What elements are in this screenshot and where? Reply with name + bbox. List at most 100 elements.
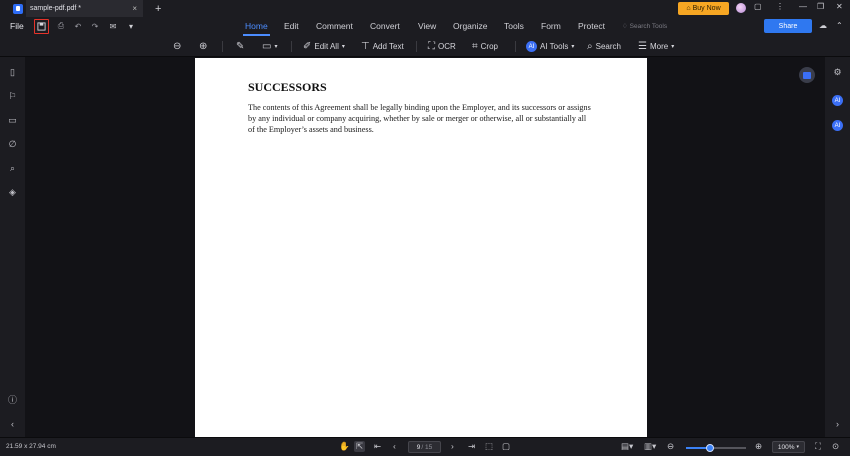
avatar[interactable] [736, 3, 746, 13]
layers-icon[interactable]: ◈ [6, 187, 19, 198]
cloud-upload-icon[interactable]: ☁ [819, 21, 827, 30]
new-tab-icon[interactable]: + [155, 3, 161, 15]
ai-assistant-float-button[interactable] [799, 67, 815, 83]
divider [515, 41, 516, 52]
fit-page-icon[interactable]: ⬚ [485, 441, 493, 452]
tab-protect[interactable]: Protect [578, 21, 605, 31]
print-icon[interactable]: ⎙ [55, 20, 67, 32]
text-box-icon: ⊤ [361, 41, 370, 52]
chat-icon[interactable]: ▢ [754, 2, 762, 11]
kebab-menu-icon[interactable]: ⋮ [776, 2, 784, 11]
ai-tools-button[interactable]: AI AI Tools ▾ [526, 39, 574, 54]
close-icon[interactable]: ✕ [836, 2, 843, 11]
settings-icon[interactable]: ⊙ [832, 441, 839, 452]
zoom-slider-handle[interactable] [706, 444, 714, 452]
page-thumbnail-icon[interactable]: ▯ [6, 67, 19, 78]
zoom-out-icon[interactable]: ⊖ [667, 441, 674, 452]
add-text-button[interactable]: ⊤ Add Text [361, 39, 404, 54]
chevron-down-icon: ▾ [671, 44, 675, 50]
ai-sidebar-icon[interactable]: AI [832, 95, 843, 106]
search-button[interactable]: ⌕ Search [587, 39, 621, 54]
close-tab-icon[interactable]: × [132, 4, 137, 13]
mail-icon[interactable]: ✉ [107, 20, 119, 32]
share-button[interactable]: Share [764, 19, 812, 33]
chevron-right-icon[interactable]: › [831, 419, 844, 429]
minimize-icon[interactable]: — [799, 2, 807, 11]
undo-icon[interactable]: ↶ [72, 20, 84, 32]
scan-icon: ⛶ [428, 41, 435, 52]
ai-translate-icon[interactable]: AI [832, 120, 843, 131]
tab-organize[interactable]: Organize [453, 21, 488, 31]
zoom-in-icon[interactable]: ⊕ [755, 441, 762, 452]
help-icon[interactable]: ⓘ [6, 393, 19, 406]
search-icon[interactable]: ⌕ [6, 163, 19, 174]
floppy-disk-icon [37, 22, 46, 31]
tab-edit[interactable]: Edit [284, 21, 299, 31]
zoom-level-select[interactable]: 100% ▾ [772, 441, 805, 453]
attachment-icon[interactable]: ∅ [6, 139, 19, 150]
page-dimensions: 21.59 x 27.94 cm [6, 443, 56, 450]
fullscreen-icon[interactable]: ⛶ [815, 441, 821, 452]
search-tools-field[interactable]: ♢ Search Tools [622, 22, 667, 30]
tab-view[interactable]: View [418, 21, 436, 31]
zoom-level-value: 100% [777, 443, 795, 451]
screenshot-icon[interactable]: ▢ [502, 441, 510, 452]
maximize-icon[interactable]: ❐ [817, 2, 824, 11]
file-menu[interactable]: File [10, 21, 24, 31]
next-page-icon[interactable]: › [451, 441, 454, 451]
hand-tool-icon[interactable]: ✋ [339, 441, 350, 452]
buy-now-button[interactable]: ⌂ Buy Now [678, 2, 729, 15]
page-heading: SUCCESSORS [248, 80, 327, 94]
tab-tools[interactable]: Tools [504, 21, 524, 31]
save-icon[interactable] [34, 19, 49, 34]
search-icon: ⌕ [587, 41, 593, 52]
more-button[interactable]: ☰ More ▾ [638, 39, 674, 54]
redo-icon[interactable]: ↷ [89, 20, 101, 32]
pdf-editor-window: sample-pdf.pdf * × + ⌂ Buy Now ▢ ⋮ — ❐ ✕… [0, 0, 850, 456]
bookmark-icon[interactable]: ⚐ [6, 91, 19, 102]
ai-tools-label: AI Tools [540, 42, 569, 51]
edit-all-button[interactable]: ✐ Edit All ▾ [303, 39, 345, 54]
previous-page-icon[interactable]: ‹ [393, 441, 396, 451]
pencil-icon: ✐ [303, 41, 312, 52]
status-bar: 21.59 x 27.94 cm ✋ ⇱ ⇤ ‹ 9 / 15 › ⇥ ⬚ ▢ … [0, 437, 850, 456]
pdf-page[interactable]: SUCCESSORS The contents of this Agreemen… [195, 58, 647, 437]
page-paragraph: The contents of this Agreement shall be … [248, 103, 591, 134]
add-text-label: Add Text [372, 42, 404, 51]
document-tab-title: sample-pdf.pdf * [30, 5, 81, 12]
chevron-down-icon: ▾ [341, 44, 345, 50]
highlight-button[interactable]: ✎ [236, 39, 244, 54]
properties-icon[interactable]: ⚙ [831, 67, 844, 78]
crop-button[interactable]: ⌗ Crop [472, 39, 498, 54]
current-page: 9 [416, 443, 421, 451]
tab-convert[interactable]: Convert [370, 21, 400, 31]
zoom-slider[interactable] [686, 444, 746, 452]
dropdown-icon[interactable]: ▾ [125, 20, 137, 32]
buy-now-label: Buy Now [692, 5, 721, 12]
page-number-field[interactable]: 9 / 15 [408, 441, 441, 453]
ocr-button[interactable]: ⛶ OCR [428, 39, 456, 54]
edit-all-label: Edit All [314, 42, 339, 51]
first-page-icon[interactable]: ⇤ [374, 441, 381, 452]
tab-form[interactable]: Form [541, 21, 561, 31]
last-page-icon[interactable]: ⇥ [468, 441, 475, 452]
select-tool-icon[interactable]: ⇱ [354, 441, 366, 452]
cart-icon: ⌂ [686, 5, 691, 12]
chevron-left-icon[interactable]: ‹ [6, 419, 19, 429]
rectangle-icon: ▭ [262, 41, 272, 52]
shape-button[interactable]: ▭ ▾ [262, 39, 277, 54]
search-tools-placeholder: Search Tools [629, 23, 668, 30]
page-layout-icon[interactable]: ▤▾ [621, 441, 633, 452]
left-sidebar: ▯ ⚐ ▭ ∅ ⌕ ◈ ⓘ ‹ [0, 57, 25, 437]
collapse-ribbon-icon[interactable]: ⌃ [836, 21, 843, 30]
document-tab[interactable]: sample-pdf.pdf * × [26, 0, 143, 17]
zoom-in-button[interactable]: ⊕ [199, 39, 207, 54]
tab-home[interactable]: Home [243, 21, 270, 36]
tab-comment[interactable]: Comment [316, 21, 353, 31]
comment-icon[interactable]: ▭ [6, 115, 19, 126]
page-display-icon[interactable]: ▥▾ [644, 441, 656, 452]
document-canvas[interactable]: SUCCESSORS The contents of this Agreemen… [25, 57, 825, 437]
zoom-out-button[interactable]: ⊖ [173, 39, 181, 54]
total-pages: / 15 [421, 443, 433, 451]
zoom-in-icon: ⊕ [199, 41, 208, 52]
